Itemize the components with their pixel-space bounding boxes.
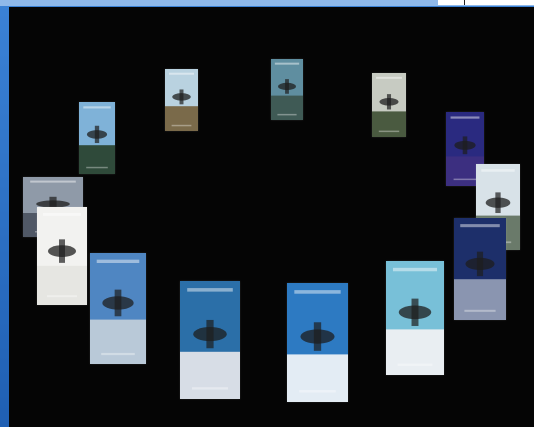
- emblem-poster-icon: [37, 207, 87, 305]
- carousel-card-10[interactable]: [90, 253, 146, 364]
- pilot-poster-icon: [454, 218, 506, 320]
- carousel-card-4[interactable]: [79, 102, 115, 174]
- fighter-jet-poster-icon: [180, 281, 240, 399]
- carousel-card-3[interactable]: [372, 73, 406, 137]
- carousel-card-2[interactable]: [271, 59, 303, 120]
- control-divider: [464, 0, 465, 5]
- carousel-card-13[interactable]: [386, 261, 444, 375]
- radome-poster-icon: [287, 283, 348, 402]
- soldiers-poster-icon: [79, 102, 115, 174]
- jet-poster-icon: [271, 59, 303, 120]
- helicopter-poster-icon: [165, 69, 198, 131]
- carousel-card-8[interactable]: [37, 207, 87, 305]
- tower-poster-icon: [386, 261, 444, 375]
- window-control-area[interactable]: [438, 0, 534, 5]
- carousel-stage[interactable]: [9, 7, 534, 427]
- helicopter-poster-icon: [372, 73, 406, 137]
- carousel-card-12[interactable]: [287, 283, 348, 402]
- carousel-card-1[interactable]: [165, 69, 198, 131]
- carousel-card-11[interactable]: [180, 281, 240, 399]
- carousel-card-9[interactable]: [454, 218, 506, 320]
- city-poster-icon: [90, 253, 146, 364]
